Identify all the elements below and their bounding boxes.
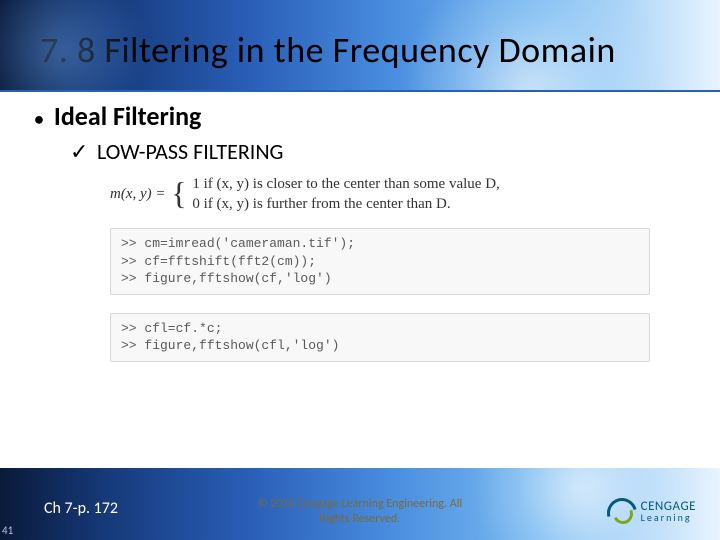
slide-title: 7. 8 Filtering in the Frequency Domain [40,28,616,72]
logo-text: CENGAGE Learning [641,500,696,523]
code-block-2: >> cfl=cf.*c; >> figure,fftshow(cfl,'log… [110,313,650,362]
copyright-text: © 2010 Cengage Learning Engineering. All… [258,497,462,526]
piecewise-formula: m(x, y) = { 1 if (x, y) is closer to the… [110,175,690,214]
slide-number: 41 [2,524,13,537]
title-underline [0,90,720,92]
chapter-reference: Ch 7-p. 172 [44,499,118,518]
code-block-1: >> cm=imread('cameraman.tif'); >> cf=fft… [110,228,650,295]
slide-content: • Ideal Filtering ✓ LOW-PASS FILTERING m… [30,100,690,380]
formula-lhs: m(x, y) = [110,186,169,202]
logo-swoosh-icon [605,496,635,526]
bullet-level-1: • Ideal Filtering [30,100,690,132]
formula-cases: 1 if (x, y) is closer to the center than… [192,175,499,214]
logo-line2: Learning [641,513,696,523]
slide-header-banner: 7. 8 Filtering in the Frequency Domain [0,0,720,92]
cengage-logo: CENGAGE Learning [605,496,696,526]
checkmark-icon: ✓ [70,138,92,165]
formula-case-2: 0 if (x, y) is further from the center t… [192,196,450,212]
slide-footer: 41 Ch 7-p. 172 © 2010 Cengage Learning E… [0,468,720,540]
bullet2-text: LOW-PASS FILTERING [97,138,283,165]
bullet1-text: Ideal Filtering [54,100,201,132]
formula-case-1: 1 if (x, y) is closer to the center than… [192,176,499,192]
bullet-dot-icon: • [30,108,48,130]
bullet-level-2: ✓ LOW-PASS FILTERING [70,138,690,165]
